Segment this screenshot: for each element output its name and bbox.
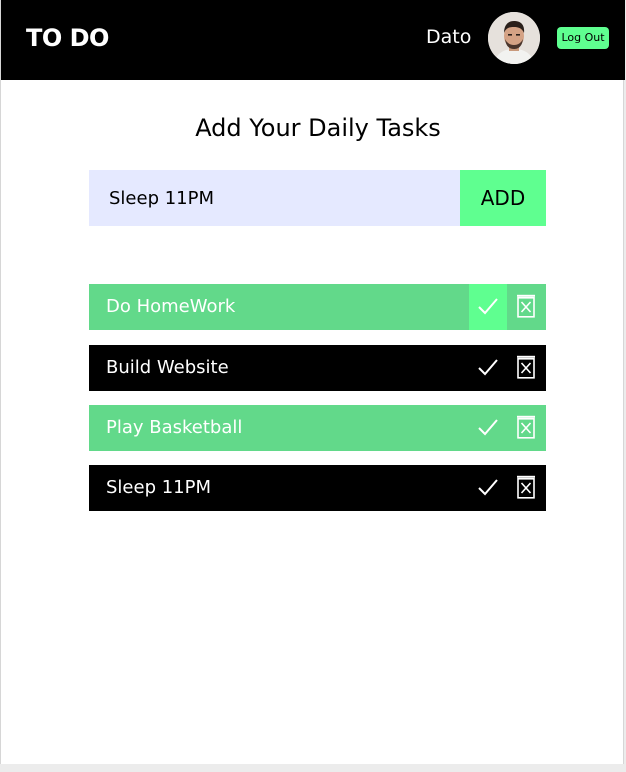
add-task-button[interactable]: ADD <box>460 170 546 226</box>
check-icon <box>478 298 498 315</box>
check-icon <box>478 479 498 496</box>
app-logo: TO DO <box>26 24 109 52</box>
trash-icon <box>517 355 535 379</box>
task-item: Sleep 11PM <box>89 465 546 511</box>
check-icon <box>478 359 498 376</box>
task-item: Build Website <box>89 345 546 391</box>
task-item: Play Basketball <box>89 405 546 451</box>
task-label: Play Basketball <box>106 417 243 438</box>
task-label: Build Website <box>106 357 229 378</box>
delete-task-button[interactable] <box>514 284 540 330</box>
complete-task-button[interactable] <box>469 465 507 511</box>
complete-task-button[interactable] <box>469 284 507 330</box>
trash-icon <box>517 475 535 499</box>
username: Dato <box>426 26 472 48</box>
app-window: TO DO Dato Log Out Add Your Daily Tasks … <box>0 0 625 764</box>
page-title: Add Your Daily Tasks <box>195 114 441 142</box>
complete-task-button[interactable] <box>469 405 507 451</box>
task-item: Do HomeWork <box>89 284 546 330</box>
trash-icon <box>517 415 535 439</box>
task-label: Do HomeWork <box>106 296 236 317</box>
complete-task-button[interactable] <box>469 345 507 391</box>
delete-task-button[interactable] <box>514 465 540 511</box>
user-avatar <box>488 12 540 64</box>
delete-task-button[interactable] <box>514 405 540 451</box>
task-input[interactable] <box>89 170 460 226</box>
logout-button[interactable]: Log Out <box>557 27 609 49</box>
delete-task-button[interactable] <box>514 345 540 391</box>
trash-icon <box>517 294 535 318</box>
task-label: Sleep 11PM <box>106 477 212 498</box>
check-icon <box>478 419 498 436</box>
header-bar: TO DO Dato Log Out <box>1 0 625 80</box>
